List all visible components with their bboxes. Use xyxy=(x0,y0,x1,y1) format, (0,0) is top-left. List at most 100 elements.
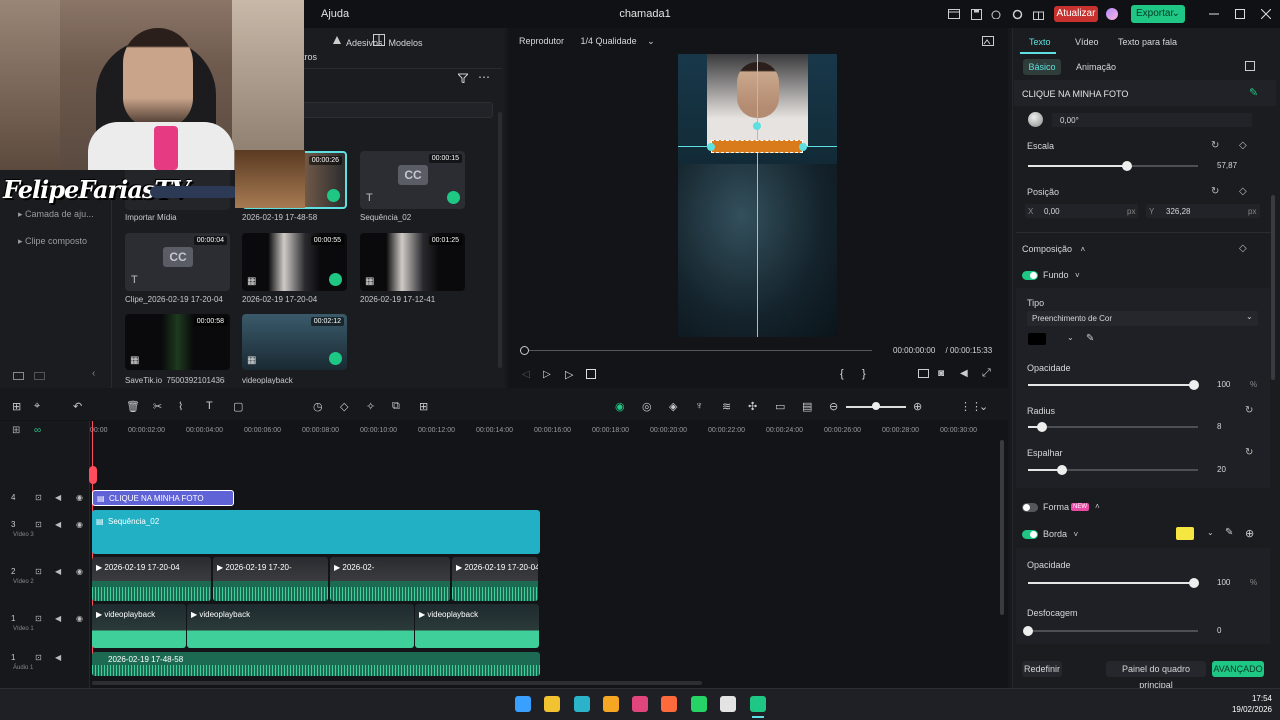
edge-browser-icon[interactable] xyxy=(574,696,590,712)
nav-effects-partial[interactable]: tros xyxy=(302,52,317,62)
media-item[interactable]: 00:00:15 CC T xyxy=(360,151,465,209)
media-item[interactable]: 00:02:12 ▦ xyxy=(242,314,347,370)
avatar[interactable] xyxy=(1106,8,1118,20)
stacked-app-icon[interactable] xyxy=(603,696,619,712)
camera-icon[interactable]: ◙ xyxy=(938,368,944,379)
audio-clip[interactable]: 2026-02-19 17-48-58 xyxy=(92,652,540,676)
border-opacity-slider[interactable] xyxy=(1028,578,1199,588)
spread-slider[interactable] xyxy=(1028,465,1198,475)
video-clip[interactable]: ▶ videoplayback xyxy=(187,604,414,648)
track-header[interactable]: ⊡ ◀ ◉ 1 Vídeo 1 xyxy=(0,613,90,637)
play-icon[interactable]: ▷ xyxy=(565,368,573,381)
shape-label[interactable]: Forma xyxy=(1043,502,1069,512)
border-section[interactable]: Borda ˅ xyxy=(1043,529,1078,539)
add-track-icon[interactable]: ⊞ xyxy=(12,425,20,436)
sidebar-item-adjustment-layer[interactable]: ▸ Camada de aju... xyxy=(18,209,94,220)
select-icon[interactable]: ⌖ xyxy=(34,400,40,413)
shield-icon[interactable]: ◈ xyxy=(669,400,677,413)
filter-icon[interactable] xyxy=(457,72,469,84)
subtitle-icon[interactable]: ▤ xyxy=(802,400,812,413)
quality-select[interactable]: 1/4 Qualidade ⌄ xyxy=(581,36,655,46)
track-header[interactable]: ⊡ ◀ ◉ 3 Vídeo 3 xyxy=(0,519,90,543)
crop-icon[interactable]: ▢ xyxy=(233,400,243,413)
cloud-icon[interactable] xyxy=(988,6,1004,22)
lock-icon[interactable]: ⊡ xyxy=(35,614,42,623)
title-selection-box[interactable] xyxy=(711,140,803,153)
scale-slider[interactable] xyxy=(1028,161,1198,171)
play-tool-icon[interactable]: ◎ xyxy=(642,400,652,413)
time-ruler[interactable]: 00:00 00:00:02:00 00:00:04:00 00:00:06:00 00… xyxy=(90,421,1008,439)
timeline-v-scrollbar[interactable] xyxy=(1000,440,1004,615)
track-header[interactable]: ⊡ ◀ ◉ 2 Vídeo 2 xyxy=(0,566,90,590)
keyframe-panel-button[interactable]: Painel do quadro principal xyxy=(1106,661,1206,690)
progress-knob[interactable] xyxy=(520,346,529,355)
reset-icon[interactable]: ↻ xyxy=(1211,186,1219,197)
mute-icon[interactable]: ◀ xyxy=(55,567,61,576)
maximize-icon[interactable] xyxy=(1232,6,1248,22)
text-tool-icon[interactable]: T xyxy=(206,400,213,412)
media-item[interactable]: 00:00:58 ▦ xyxy=(125,314,230,370)
timeline-h-scrollbar[interactable] xyxy=(92,681,702,685)
render-icon[interactable]: ◉ xyxy=(615,400,625,413)
volume-icon[interactable]: ◀ xyxy=(960,368,968,379)
audio-icon[interactable]: ⌇ xyxy=(178,400,183,413)
track-header[interactable]: ⊡ ◀ 1 Áudio 1 xyxy=(0,652,90,676)
lock-icon[interactable]: ⊡ xyxy=(35,653,42,662)
snapshot-icon[interactable] xyxy=(981,35,995,47)
gift-icon[interactable] xyxy=(1030,6,1046,22)
rotation-dial[interactable] xyxy=(1028,112,1043,127)
eye-icon[interactable]: ◉ xyxy=(76,614,83,623)
reset-icon[interactable]: ↻ xyxy=(1245,405,1253,416)
mark-out-icon[interactable]: } xyxy=(862,368,866,380)
media-item[interactable]: 00:01:25 ▦ xyxy=(360,233,465,291)
subtab-animation[interactable]: Animação xyxy=(1076,62,1116,72)
tab-video[interactable]: Vídeo xyxy=(1075,37,1099,47)
subtab-basic[interactable]: Básico xyxy=(1023,59,1061,75)
rotate-handle[interactable] xyxy=(753,122,761,130)
keyframe-icon[interactable]: ◇ xyxy=(1239,243,1247,254)
display-icon[interactable] xyxy=(918,369,929,378)
speed-icon[interactable]: ◷ xyxy=(313,400,323,413)
background-toggle[interactable] xyxy=(1022,271,1038,280)
sidebar-item-compound-clip[interactable]: ▸ Clipe composto xyxy=(18,236,87,247)
zoom-in-icon[interactable]: ⊕ xyxy=(913,400,922,413)
whatsapp-icon[interactable] xyxy=(691,696,707,712)
pen-app-icon[interactable] xyxy=(632,696,648,712)
tab-text-to-speech[interactable]: Texto para fala xyxy=(1118,37,1177,47)
video-clip[interactable]: ▶ 2026-02-19 17-20-04 xyxy=(92,557,211,601)
zoom-slider[interactable] xyxy=(846,402,906,410)
minimize-icon[interactable] xyxy=(1206,6,1222,22)
system-clock[interactable]: 17:54 19/02/2026 xyxy=(1220,693,1272,715)
reset-icon[interactable]: ↻ xyxy=(1211,140,1219,151)
video-clip[interactable]: ▶ 2026-02- xyxy=(330,557,450,601)
background-section[interactable]: Fundo ˅ xyxy=(1043,270,1080,280)
video-clip[interactable]: ▶ 2026-02-19 17-20-04 xyxy=(452,557,538,601)
playhead-handle[interactable] xyxy=(89,466,97,484)
link-icon[interactable]: ∞ xyxy=(34,425,41,436)
search-input[interactable] xyxy=(300,102,493,118)
position-x-input[interactable] xyxy=(1025,204,1138,218)
chevron-down-icon[interactable]: ⌄ xyxy=(979,400,988,413)
playback-progress[interactable] xyxy=(524,350,872,351)
caption-tool-icon[interactable]: ⧉ xyxy=(392,400,400,413)
folder-add-icon[interactable] xyxy=(33,369,45,381)
undo-icon[interactable]: ↶ xyxy=(73,400,82,413)
resize-handle[interactable] xyxy=(799,143,807,151)
mute-icon[interactable]: ◀ xyxy=(55,614,61,623)
media-item[interactable]: 00:00:55 ▦ xyxy=(242,233,347,291)
collapse-icon[interactable]: ‹ xyxy=(92,368,95,379)
layout-icon[interactable] xyxy=(946,6,962,22)
eye-icon[interactable]: ◉ xyxy=(76,567,83,576)
zoom-out-icon[interactable]: ⊖ xyxy=(829,400,838,413)
file-explorer-icon[interactable] xyxy=(544,696,560,712)
media-app-icon[interactable] xyxy=(661,696,677,712)
reset-button[interactable]: Redefinir xyxy=(1022,661,1062,677)
windows-start-icon[interactable] xyxy=(515,696,531,712)
mute-icon[interactable]: ◀ xyxy=(55,493,61,502)
resize-handle[interactable] xyxy=(707,143,715,151)
chevron-down-icon[interactable]: ⌄ xyxy=(1067,333,1074,342)
lock-icon[interactable]: ⊡ xyxy=(35,567,42,576)
chevron-down-icon[interactable]: ⌄ xyxy=(1207,528,1214,537)
tab-text[interactable]: Texto xyxy=(1029,37,1051,47)
mark-in-icon[interactable]: { xyxy=(840,368,844,380)
